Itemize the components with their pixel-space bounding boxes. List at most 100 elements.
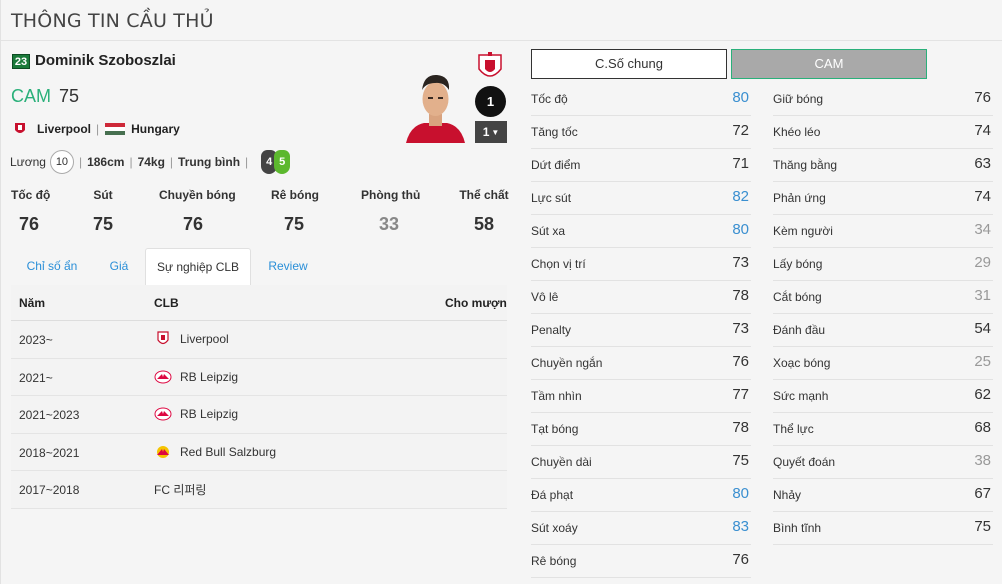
upgrade-level-select[interactable]: 1 ▼ (475, 121, 507, 143)
rb-leipzig-crest-icon (154, 407, 172, 421)
attribute-row: Lực sút 82 (531, 182, 751, 215)
attribute-name: Cắt bóng (773, 290, 822, 304)
attribute-name: Chuyền ngắn (531, 356, 603, 370)
info-tabs: Chỉ số ẩn Giá Sự nghiệp CLB Review (11, 248, 511, 286)
attribute-row: Đá phạt 80 (531, 479, 751, 512)
position-label: CAM (11, 86, 51, 106)
attribute-row: Phản ứng 74 (773, 182, 993, 215)
attribute-row: Cắt bóng 31 (773, 281, 993, 314)
attribute-value: 82 (732, 188, 749, 205)
attribute-row: Tăng tốc 72 (531, 116, 751, 149)
attribute-row: Chuyền ngắn 76 (531, 347, 751, 380)
attribute-name: Thăng bằng (773, 158, 838, 172)
attribute-row: Dứt điểm 71 (531, 149, 751, 182)
career-club: Red Bull Salzburg (154, 444, 276, 460)
table-row: 2023~ Liverpool (11, 321, 507, 359)
attribute-name: Phản ứng (773, 191, 826, 205)
attribute-value: 54 (974, 320, 991, 337)
summary-stat: Phòng thủ 33 (361, 188, 420, 235)
position-stats-button[interactable]: CAM (731, 49, 927, 79)
club-nation-row: Liverpool | Hungary (13, 121, 180, 137)
general-stats-button[interactable]: C.Số chung (531, 49, 727, 79)
player-portrait (404, 66, 467, 143)
career-year: 2021~ (19, 370, 53, 385)
attribute-row: Thăng bằng 63 (773, 149, 993, 182)
attribute-row: Đánh đầu 54 (773, 314, 993, 347)
career-year: 2018~2021 (19, 445, 80, 460)
player-name: Dominik Szoboszlai (35, 52, 176, 69)
column-header-year: Năm (19, 296, 46, 310)
attribute-value: 76 (732, 551, 749, 568)
tab-review[interactable]: Review (261, 248, 315, 286)
attribute-row: Rê bóng 76 (531, 545, 751, 578)
attribute-value: 77 (732, 386, 749, 403)
attribute-row: Chọn vị trí 73 (531, 248, 751, 281)
tab-hidden-stats[interactable]: Chỉ số ẩn (17, 248, 87, 286)
summary-stat: Tốc độ 76 (11, 188, 50, 235)
career-club-name: Red Bull Salzburg (180, 444, 277, 459)
attributes-row: Lương 10 | 186cm | 74kg | Trung bình | 4… (10, 150, 291, 174)
column-header-club: CLB (154, 296, 179, 310)
attribute-name: Bình tĩnh (773, 521, 822, 535)
attribute-value: 78 (732, 419, 749, 436)
player-info-panel: THÔNG TIN CẦU THỦ 23 Dominik Szoboszlai … (0, 0, 1002, 584)
attribute-value: 74 (974, 122, 991, 139)
attribute-name: Giữ bóng (773, 92, 824, 106)
body-type: Trung bình (178, 155, 241, 169)
attribute-row: Sút xa 80 (531, 215, 751, 248)
liverpool-crest-icon (157, 331, 169, 345)
career-club-name: Liverpool (180, 332, 229, 346)
summary-stat-value: 76 (182, 214, 204, 234)
summary-stat-value: 58 (473, 214, 495, 234)
attribute-row: Tầm nhìn 77 (531, 380, 751, 413)
table-row: 2021~2023 RB Leipzig (11, 396, 507, 434)
upgrade-level-value: 1 (482, 125, 490, 139)
attribute-name: Quyết đoán (773, 455, 836, 469)
club-name[interactable]: Liverpool (37, 122, 91, 136)
attribute-name: Lực sút (531, 191, 572, 205)
attribute-value: 80 (732, 221, 749, 238)
separator: | (245, 155, 249, 169)
attribute-row: Penalty 73 (531, 314, 751, 347)
attribute-row: Chuyền dài 75 (531, 446, 751, 479)
nation-name[interactable]: Hungary (131, 122, 180, 136)
attribute-name: Penalty (531, 323, 572, 337)
table-row: 2017~2018 FC 리퍼링 (11, 471, 507, 509)
attribute-value: 75 (732, 452, 749, 469)
separator: | (169, 155, 174, 169)
tab-club-career[interactable]: Sự nghiệp CLB (145, 248, 251, 286)
rb-salzburg-crest-icon (157, 445, 169, 458)
overall-rating: 75 (59, 86, 80, 106)
attribute-value: 68 (974, 419, 991, 436)
attribute-value: 73 (732, 254, 749, 271)
summary-stat-value: 75 (92, 214, 114, 234)
career-club-name: RB Leipzig (180, 407, 239, 421)
attribute-value: 62 (974, 386, 991, 403)
attribute-value: 67 (974, 485, 991, 502)
jersey-number-badge: 23 (12, 54, 30, 69)
summary-stat: Sút 75 (83, 188, 123, 235)
attribute-value: 25 (974, 353, 991, 370)
salary-badge: 10 (49, 150, 74, 174)
attribute-row: Xoạc bóng 25 (773, 347, 993, 380)
attribute-name: Dứt điểm (531, 158, 581, 172)
separator: | (129, 155, 133, 169)
separator: | (78, 155, 83, 169)
attribute-name: Lấy bóng (773, 257, 823, 271)
attribute-value: 73 (732, 320, 749, 337)
page-title: THÔNG TIN CẦU THỦ (11, 10, 214, 32)
attribute-name: Chuyền dài (531, 455, 592, 469)
attribute-row: Sức mạnh 62 (773, 380, 993, 413)
attribute-name: Sút xa (531, 224, 566, 238)
career-club-name: FC 리퍼링 (154, 483, 207, 497)
tab-price[interactable]: Giá (99, 248, 139, 286)
career-club-name: RB Leipzig (180, 369, 239, 384)
summary-stat: Rê bóng 75 (271, 188, 319, 235)
attribute-value: 63 (974, 155, 991, 172)
summary-stat-label: Chuyền bóng (159, 188, 236, 202)
attribute-row: Kèm người 34 (773, 215, 993, 248)
attribute-value: 76 (732, 353, 749, 370)
attribute-row: Giữ bóng 76 (773, 83, 993, 116)
attribute-name: Xoạc bóng (773, 356, 831, 370)
attribute-name: Thể lực (773, 422, 814, 436)
